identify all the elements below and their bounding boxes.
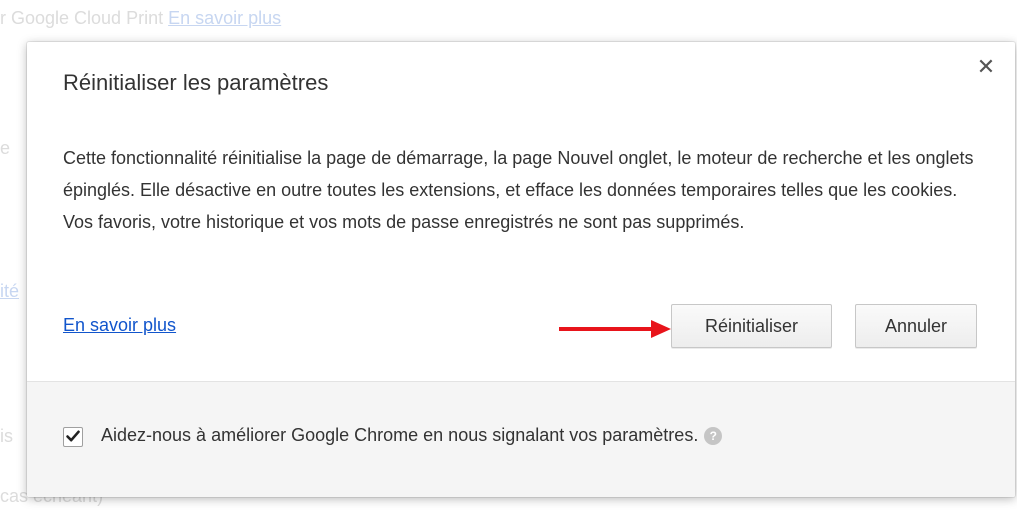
dialog-footer: Aidez-nous à améliorer Google Chrome en … (27, 381, 1015, 497)
help-icon[interactable]: ? (704, 427, 723, 446)
dialog-description: Cette fonctionnalité réinitialise la pag… (63, 148, 974, 232)
learn-more-link[interactable]: En savoir plus (63, 315, 176, 336)
feedback-checkbox[interactable] (63, 427, 83, 447)
checkmark-icon (66, 430, 80, 442)
dialog-title: Réinitialiser les paramètres (63, 70, 329, 95)
feedback-label-text: Aidez-nous à améliorer Google Chrome en … (101, 425, 699, 445)
reset-settings-dialog: Réinitialiser les paramètres ✕ Cette fon… (27, 42, 1015, 497)
reset-button[interactable]: Réinitialiser (671, 304, 832, 348)
close-icon[interactable]: ✕ (975, 56, 997, 78)
cancel-button[interactable]: Annuler (855, 304, 977, 348)
red-arrow-annotation (559, 320, 671, 338)
feedback-checkbox-label[interactable]: Aidez-nous à améliorer Google Chrome en … (101, 425, 723, 446)
